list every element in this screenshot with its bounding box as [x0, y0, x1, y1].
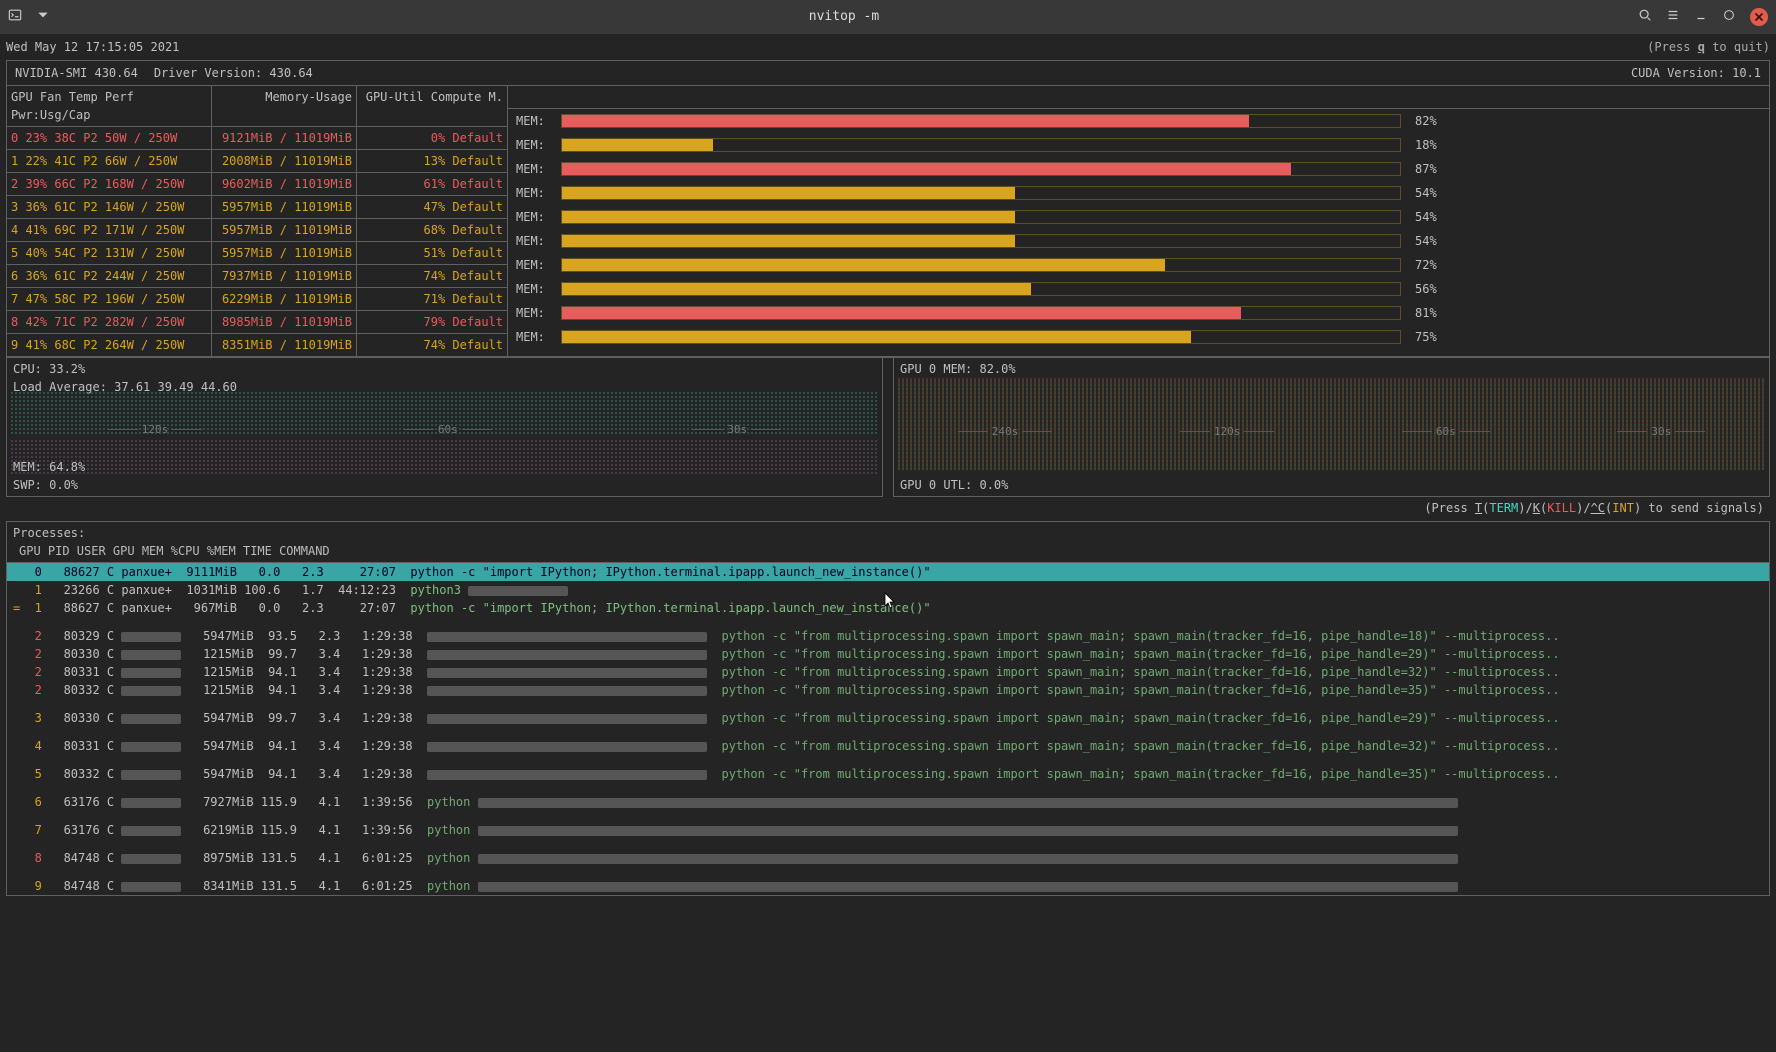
process-row[interactable]: 2 80331 C 1215MiB 94.1 3.4 1:29:38 pytho…: [7, 663, 1769, 681]
gpu-mem-bar: MEM:54%: [508, 181, 1769, 205]
gpu-mem-bar: MEM:54%: [508, 229, 1769, 253]
gpu-row: 1 22% 41C P2 66W / 250W2008MiB / 11019Mi…: [7, 150, 507, 173]
process-row[interactable]: 7 63176 C 6219MiB 115.9 4.1 1:39:56 pyth…: [7, 821, 1769, 839]
gpu-mem-bar: MEM:81%: [508, 301, 1769, 325]
processes-title: Processes:: [13, 524, 1763, 542]
process-row[interactable]: 5 80332 C 5947MiB 94.1 3.4 1:29:38 pytho…: [7, 765, 1769, 783]
gpu-row: 2 39% 66C P2 168W / 250W9602MiB / 11019M…: [7, 173, 507, 196]
close-button[interactable]: [1750, 8, 1768, 26]
driver-version: Driver Version: 430.64: [146, 61, 1623, 85]
mem-label: MEM: 64.8%: [13, 458, 876, 476]
gpu-mem-bar: MEM:18%: [508, 133, 1769, 157]
gpu-mem-bar: MEM:54%: [508, 205, 1769, 229]
process-row[interactable]: 1 23266 C panxue+ 1031MiB 100.6 1.7 44:1…: [7, 581, 1769, 599]
gpu-row: 4 41% 69C P2 171W / 250W5957MiB / 11019M…: [7, 219, 507, 242]
gpu-col-util: GPU-Util Compute M.: [357, 86, 507, 126]
process-row[interactable]: 8 84748 C 8975MiB 131.5 4.1 6:01:25 pyth…: [7, 849, 1769, 867]
cpu-chart-title: CPU: 33.2%: [13, 360, 876, 378]
nvidia-header: NVIDIA-SMI 430.64 Driver Version: 430.64…: [6, 60, 1770, 86]
gpu-table: GPU Fan Temp Perf Pwr:Usg/Cap Memory-Usa…: [6, 86, 1770, 357]
gpu-mem-bar: MEM:72%: [508, 253, 1769, 277]
gpu-col-main: GPU Fan Temp Perf Pwr:Usg/Cap: [7, 86, 212, 126]
gpu-row: 7 47% 58C P2 196W / 250W6229MiB / 11019M…: [7, 288, 507, 311]
gpu-utl-label: GPU 0 UTL: 0.0%: [900, 476, 1763, 494]
search-icon[interactable]: [1638, 8, 1652, 27]
gpu-mem-bar: MEM:56%: [508, 277, 1769, 301]
gpu-row: 3 36% 61C P2 146W / 250W5957MiB / 11019M…: [7, 196, 507, 219]
process-row[interactable]: 0 88627 C panxue+ 9111MiB 0.0 2.3 27:07 …: [7, 563, 1769, 581]
window-title: nvitop -m: [50, 7, 1638, 27]
hamburger-icon[interactable]: [1666, 8, 1680, 27]
gpu-mem-bar: MEM:82%: [508, 109, 1769, 133]
nvidia-smi-version: NVIDIA-SMI 430.64: [7, 61, 146, 85]
process-row[interactable]: 2 80332 C 1215MiB 94.1 3.4 1:29:38 pytho…: [7, 681, 1769, 699]
swap-label: SWP: 0.0%: [13, 476, 876, 494]
gpu-mem-title: GPU 0 MEM: 82.0%: [900, 360, 1763, 378]
gpu-mem-bar: MEM:87%: [508, 157, 1769, 181]
process-row[interactable]: 3 80330 C 5947MiB 99.7 3.4 1:29:38 pytho…: [7, 709, 1769, 727]
gpu-mem-bar: MEM:75%: [508, 325, 1769, 349]
gpu-row: 5 40% 54C P2 131W / 250W5957MiB / 11019M…: [7, 242, 507, 265]
minimize-button[interactable]: [1694, 8, 1708, 27]
gpu-row: 8 42% 71C P2 282W / 250W8985MiB / 11019M…: [7, 311, 507, 334]
gpu-chart: GPU 0 MEM: 82.0% 240s120s60s30s GPU 0 UT…: [893, 358, 1770, 497]
window-titlebar: nvitop -m: [0, 0, 1776, 34]
gpu-row: 6 36% 61C P2 244W / 250W7937MiB / 11019M…: [7, 265, 507, 288]
process-row[interactable]: 6 63176 C 7927MiB 115.9 4.1 1:39:56 pyth…: [7, 793, 1769, 811]
quit-hint: (Press q to quit): [1647, 38, 1770, 56]
terminal-area[interactable]: Wed May 12 17:15:05 2021 (Press q to qui…: [0, 34, 1776, 1052]
signals-hint: (Press T(TERM)/K(KILL)/^C(INT) to send s…: [6, 497, 1770, 519]
cpu-chart: CPU: 33.2% Load Average: 37.61 39.49 44.…: [6, 358, 883, 497]
process-row[interactable]: 2 80330 C 1215MiB 99.7 3.4 1:29:38 pytho…: [7, 645, 1769, 663]
timestamp: Wed May 12 17:15:05 2021: [6, 38, 179, 56]
gpu-col-mem: Memory-Usage: [212, 86, 357, 126]
maximize-button[interactable]: [1722, 8, 1736, 27]
process-row[interactable]: = 1 88627 C panxue+ 967MiB 0.0 2.3 27:07…: [7, 599, 1769, 617]
process-row[interactable]: 9 84748 C 8341MiB 131.5 4.1 6:01:25 pyth…: [7, 877, 1769, 895]
process-row[interactable]: 4 80331 C 5947MiB 94.1 3.4 1:29:38 pytho…: [7, 737, 1769, 755]
terminal-icon[interactable]: [8, 8, 22, 27]
gpu-row: 0 23% 38C P2 50W / 250W9121MiB / 11019Mi…: [7, 127, 507, 150]
dropdown-icon[interactable]: [36, 8, 50, 27]
gpu-row: 9 41% 68C P2 264W / 250W8351MiB / 11019M…: [7, 334, 507, 356]
process-row[interactable]: 2 80329 C 5947MiB 93.5 2.3 1:29:38 pytho…: [7, 627, 1769, 645]
process-table: Processes: GPU PID USER GPU MEM %CPU %ME…: [6, 521, 1770, 896]
cuda-version: CUDA Version: 10.1: [1623, 61, 1769, 85]
process-columns: GPU PID USER GPU MEM %CPU %MEM TIME COMM…: [13, 542, 1763, 560]
